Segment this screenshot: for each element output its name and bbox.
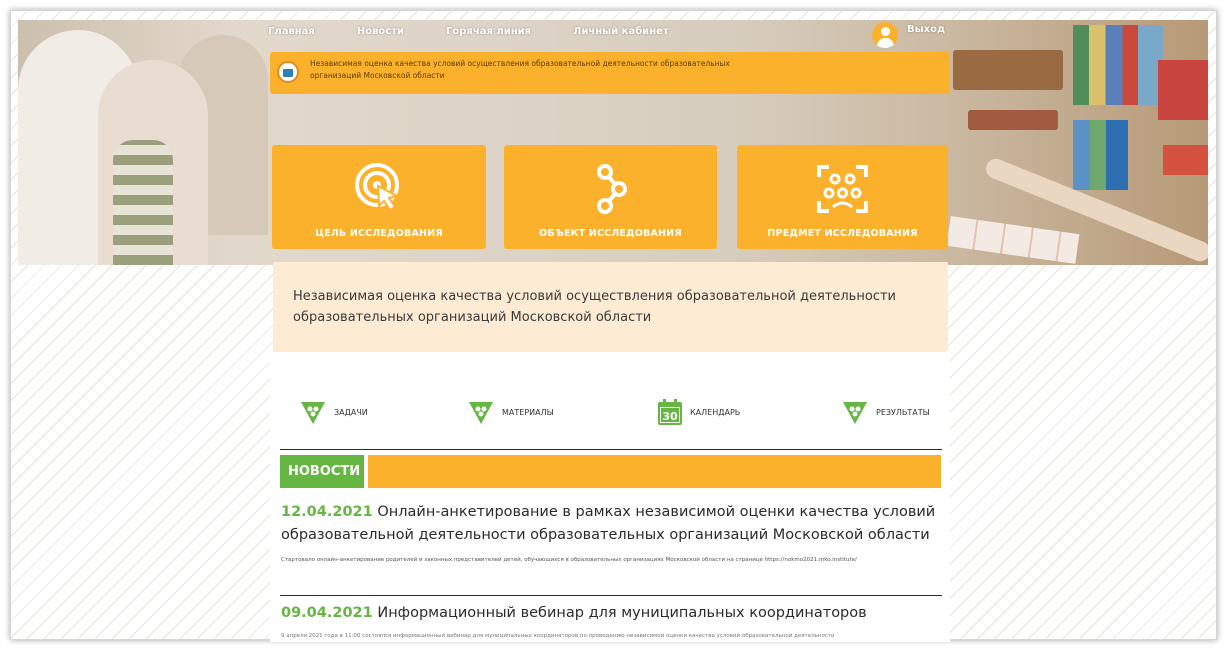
quick-link-label: ЗАДАЧИ — [334, 407, 368, 417]
hero-photo-box — [1163, 145, 1208, 175]
org-banner: Независимая оценка качества условий осущ… — [270, 52, 950, 94]
quick-link-materials[interactable]: МАТЕРИАЛЫ — [468, 392, 554, 432]
divider — [280, 595, 942, 596]
hero-photo-striped-shirt — [113, 140, 173, 265]
tile-research-object[interactable]: ОБЪЕКТ ИССЛЕДОВАНИЯ — [504, 145, 717, 249]
news-item-summary: 9 апреля 2021 года в 11:00 состоялся инф… — [281, 633, 835, 638]
hero-photo-shelf — [953, 50, 1063, 90]
news-item-title[interactable]: 12.04.2021 Онлайн-анкетирование в рамках… — [281, 501, 941, 547]
news-header-bar: НОВОСТИ — [280, 455, 941, 488]
green-triangle-icon — [468, 399, 494, 425]
divider — [280, 449, 942, 450]
user-avatar-icon[interactable] — [872, 22, 898, 48]
org-banner-text: Независимая оценка качества условий осущ… — [310, 59, 730, 80]
intro-box: Независимая оценка качества условий осущ… — [273, 262, 948, 352]
quick-link-label: РЕЗУЛЬТАТЫ — [876, 407, 930, 417]
hero-photo-books — [1073, 25, 1163, 105]
share-nodes-icon — [597, 164, 627, 214]
quick-link-label: МАТЕРИАЛЫ — [502, 407, 554, 417]
quick-link-calendar[interactable]: 30 КАЛЕНДАРЬ — [658, 392, 740, 432]
quick-link-label: КАЛЕНДАРЬ — [690, 407, 741, 417]
quick-link-tasks[interactable]: ЗАДАЧИ — [300, 392, 368, 432]
tile-label: ЦЕЛЬ ИССЛЕДОВАНИЯ — [315, 228, 443, 239]
news-item-date: 09.04.2021 — [281, 605, 373, 621]
group-focus-icon — [817, 165, 868, 213]
tile-research-subject[interactable]: ПРЕДМЕТ ИССЛЕДОВАНИЯ — [737, 145, 948, 249]
hero-photo-box — [1158, 60, 1208, 120]
news-item-headline[interactable]: Информационный вебинар для муниципальных… — [377, 605, 866, 621]
green-triangle-icon — [300, 399, 326, 425]
hero-photo-tiles — [946, 216, 1080, 264]
news-item-title[interactable]: 09.04.2021 Информационный вебинар для му… — [281, 602, 941, 625]
news-heading[interactable]: НОВОСТИ — [280, 455, 368, 488]
nav-account[interactable]: Личный кабинет — [573, 26, 669, 37]
nav-hotline[interactable]: Горячая линия — [446, 26, 531, 37]
tile-label: ПРЕДМЕТ ИССЛЕДОВАНИЯ — [767, 228, 918, 239]
news-item-summary: Стартовало онлайн-анкетирование родителе… — [281, 557, 857, 563]
calendar-icon: 30 — [658, 399, 682, 425]
nav-news[interactable]: Новости — [357, 26, 404, 37]
top-nav: Главная Новости Горячая линия Личный каб… — [268, 22, 948, 40]
intro-text: Независимая оценка качества условий осущ… — [293, 289, 896, 325]
hero-photo-books — [1073, 120, 1128, 190]
quick-link-results[interactable]: РЕЗУЛЬТАТЫ — [842, 392, 930, 432]
news-item-headline[interactable]: Онлайн-анкетирование в рамках независимо… — [281, 504, 935, 543]
nav-home[interactable]: Главная — [268, 26, 315, 37]
hero-photo-shelf — [968, 110, 1058, 130]
logout-link[interactable]: Выход — [907, 24, 945, 35]
calendar-icon-number: 30 — [662, 410, 678, 423]
green-triangle-icon — [842, 399, 868, 425]
target-click-icon — [355, 163, 400, 212]
tile-research-goal[interactable]: ЦЕЛЬ ИССЛЕДОВАНИЯ — [272, 145, 486, 249]
tile-label: ОБЪЕКТ ИССЛЕДОВАНИЯ — [539, 228, 682, 239]
org-logo-icon[interactable] — [277, 61, 299, 83]
news-item-date: 12.04.2021 — [281, 504, 373, 520]
